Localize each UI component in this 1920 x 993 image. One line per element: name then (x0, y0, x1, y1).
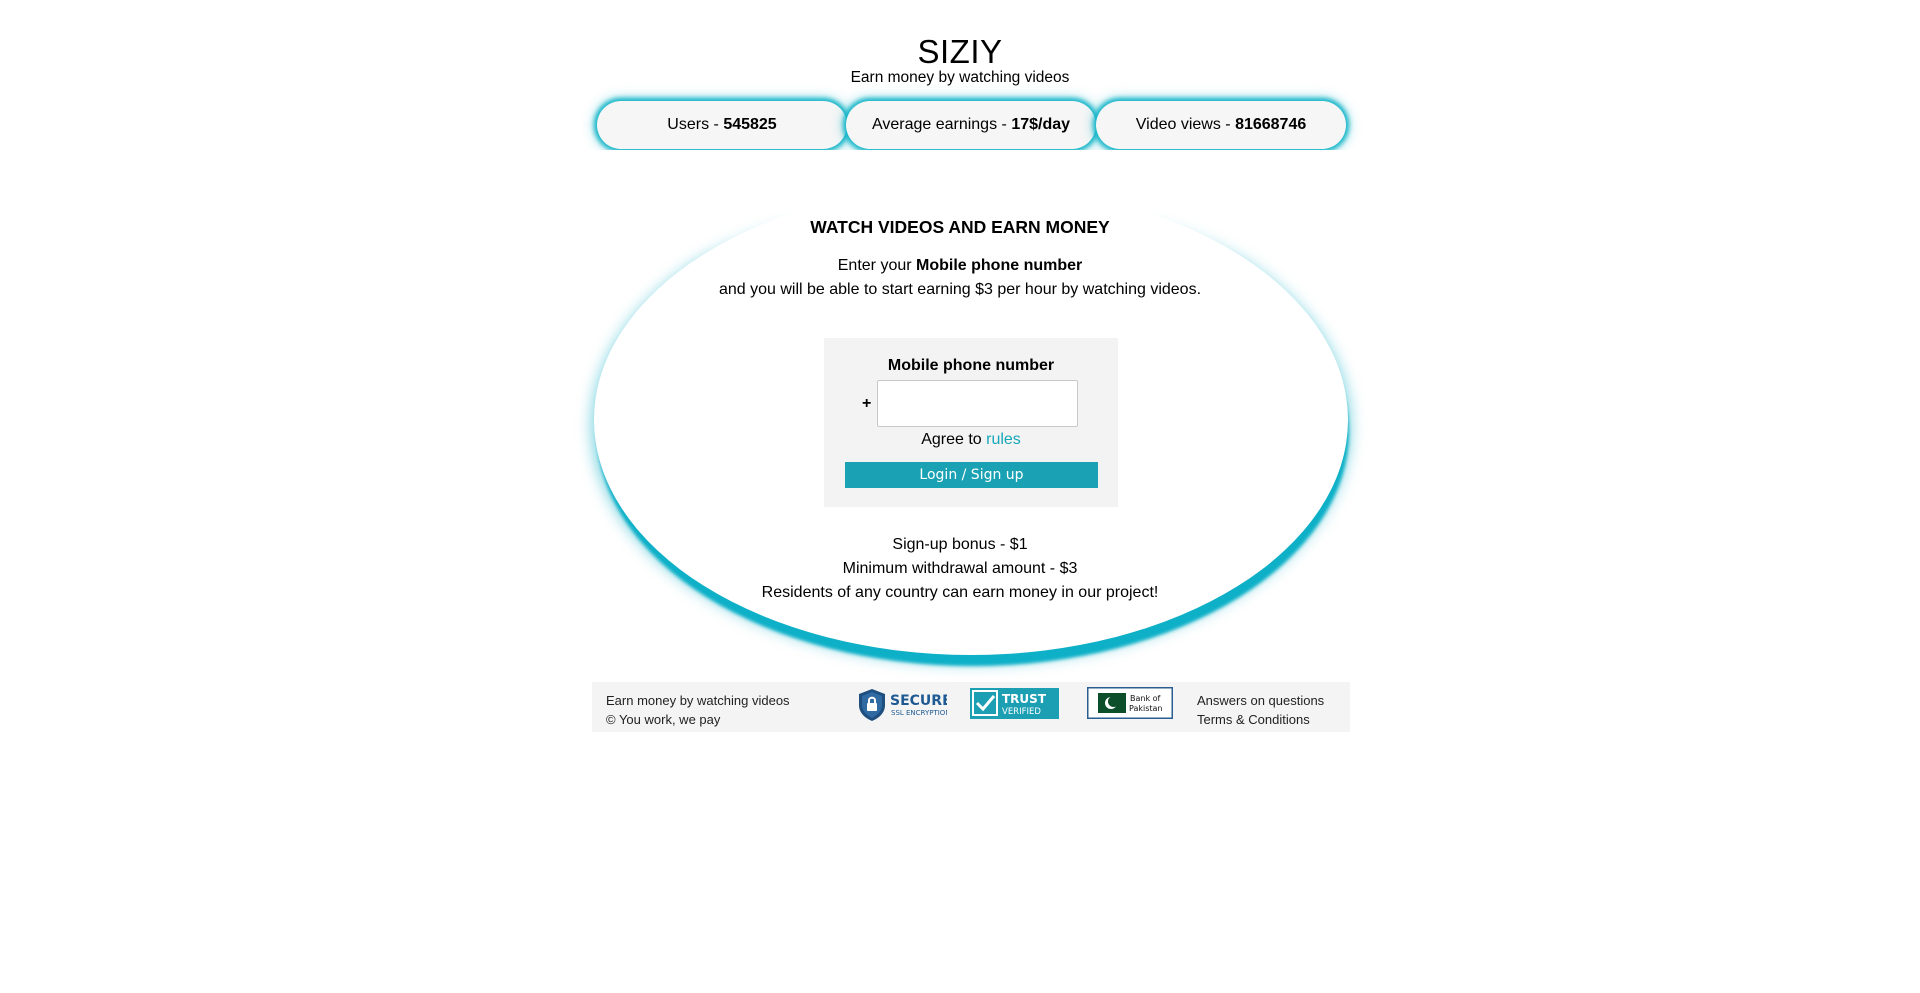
stat-users: Users - 545825 (597, 101, 847, 149)
min-withdrawal-text: Minimum withdrawal amount - $3 (842, 560, 1078, 577)
ssl-badge-icon: SECURE SSL ENCRYPTION (859, 689, 947, 721)
stat-users-value: 545825 (723, 116, 777, 133)
rules-link[interactable]: rules (986, 431, 1021, 448)
intro-prefix: Enter your (837, 257, 917, 274)
phone-label: Mobile phone number (887, 357, 1055, 374)
phone-input[interactable] (877, 380, 1078, 427)
bank-badge-icon: Bank of Pakistan (1087, 687, 1173, 719)
bank-badge-line1: Bank of (1130, 694, 1161, 703)
phone-prefix: + (862, 395, 872, 412)
trust-badge-small: VERIFIED (1002, 707, 1041, 717)
intro-line-2: and you will be able to start earning $3… (718, 281, 1202, 298)
signup-bonus-text: Sign-up bonus - $1 (892, 536, 1028, 553)
login-signup-button[interactable]: Login / Sign up (845, 462, 1098, 488)
site-title: SIZIY (917, 33, 1003, 70)
signup-form: Mobile phone number + Agree to rules Log… (824, 338, 1118, 507)
footer-line-2: © You work, we pay (606, 712, 721, 727)
stat-earnings-value: 17$/day (1011, 116, 1071, 133)
trust-badge-big: TRUST (1002, 692, 1047, 706)
page: SIZIY Earn money by watching videos User… (0, 0, 1920, 993)
main-heading: WATCH VIDEOS AND EARN MONEY (810, 217, 1110, 237)
footer: Earn money by watching videos © You work… (592, 682, 1350, 732)
agree-rules: Agree to rules (824, 430, 1118, 450)
stat-earnings-label: Average earnings - (871, 116, 1007, 133)
stat-views-value: 81668746 (1235, 116, 1307, 133)
ssl-badge-big: SECURE (890, 693, 947, 709)
intro-bold: Mobile phone number (916, 257, 1083, 274)
ssl-badge-small: SSL ENCRYPTION (891, 709, 947, 717)
stat-users-label: Users - (667, 116, 719, 133)
site-subtitle: Earn money by watching videos (850, 69, 1070, 86)
stat-views-label: Video views - (1135, 116, 1231, 133)
footer-links: Answers on questions Terms & Conditions (1197, 691, 1324, 729)
answers-link[interactable]: Answers on questions (1197, 691, 1324, 710)
stat-video-views: Video views - 81668746 (1096, 101, 1346, 149)
intro-line-1: Enter your Mobile phone number (0, 256, 1920, 276)
footer-left: Earn money by watching videos © You work… (606, 691, 790, 729)
stat-earnings: Average earnings - 17$/day (846, 101, 1096, 149)
oval-top-fade (560, 150, 1380, 260)
footer-line-1: Earn money by watching videos (606, 693, 790, 708)
agree-prefix: Agree to (921, 431, 987, 448)
residents-text: Residents of any country can earn money … (761, 584, 1159, 601)
trust-badge-icon: TRUST VERIFIED (970, 688, 1059, 719)
bank-badge-line2: Pakistan (1129, 704, 1163, 713)
terms-link[interactable]: Terms & Conditions (1197, 710, 1324, 729)
